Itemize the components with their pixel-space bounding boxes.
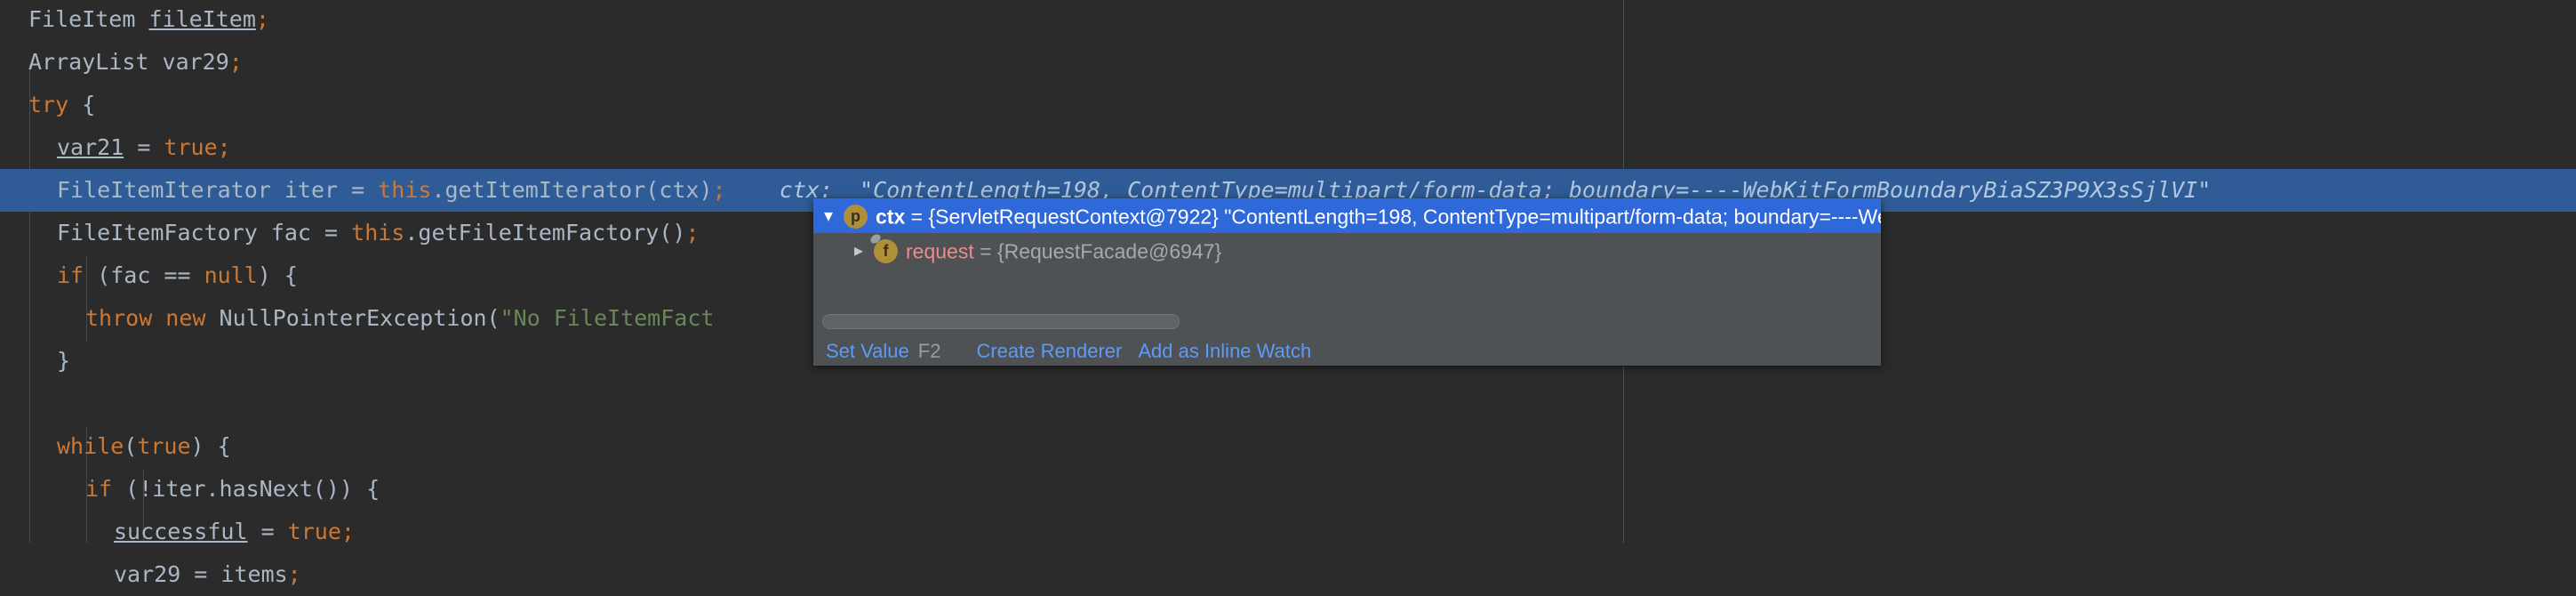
code-token: (fac == xyxy=(84,262,204,288)
code-token: fileItem xyxy=(148,6,256,32)
code-token: ) { xyxy=(190,433,231,459)
code-token: while xyxy=(57,433,124,459)
code-token: = xyxy=(124,134,164,160)
code-token: .getItemIterator(ctx) xyxy=(431,177,713,203)
code-token: if xyxy=(85,476,113,502)
variable-equals: = xyxy=(973,239,997,263)
code-line-text: FileItem fileItem; xyxy=(0,0,269,41)
code-line-text: } xyxy=(0,340,70,383)
code-token: null xyxy=(204,262,258,288)
code-token: ; xyxy=(255,6,269,32)
code-token: true xyxy=(137,433,191,459)
code-token: "No FileItemFact xyxy=(500,305,715,331)
code-token: FileItemFactory fac = xyxy=(57,220,352,246)
code-token: true xyxy=(287,519,341,544)
code-token: { xyxy=(68,92,96,117)
code-line[interactable]: FileItem fileItem; xyxy=(0,0,2576,41)
code-line[interactable]: if (!iter.hasNext()) { xyxy=(0,468,2576,511)
debugger-value-popup[interactable]: ▾ p ctx = {ServletRequestContext@7922} "Co… xyxy=(813,198,1881,366)
set-value-button[interactable]: Set Value xyxy=(826,340,909,362)
scrollbar-thumb[interactable] xyxy=(822,314,1180,329)
variable-equals: = xyxy=(905,205,929,229)
code-token: var29 = items xyxy=(114,561,288,587)
code-editor[interactable]: FileItem fileItem; ArrayList var29; try {v… xyxy=(0,0,2576,587)
code-line-text: ArrayList var29; xyxy=(0,41,243,84)
variable-value: {ServletRequestContext@7922} "ContentLen… xyxy=(928,205,1881,229)
code-token: ; xyxy=(712,177,726,203)
create-renderer-button[interactable]: Create Renderer xyxy=(976,340,1122,362)
code-line-text: try { xyxy=(0,84,95,126)
code-token: } xyxy=(57,348,71,374)
tree-node-request[interactable]: ▸ f request = {RequestFacade@6947} xyxy=(813,233,1881,268)
code-token: ( xyxy=(124,433,138,459)
debugger-variables-tree[interactable]: ▾ p ctx = {ServletRequestContext@7922} "Co… xyxy=(813,198,1881,306)
chevron-down-icon[interactable]: ▾ xyxy=(813,199,844,234)
tree-node-ctx[interactable]: ▾ p ctx = {ServletRequestContext@7922} "Co… xyxy=(813,198,1881,233)
code-token: (!iter.hasNext()) { xyxy=(112,476,380,502)
code-token: ) { xyxy=(257,262,298,288)
code-token: FileItemIterator iter = xyxy=(57,177,379,203)
field-icon: f xyxy=(874,239,898,264)
set-value-shortcut: F2 xyxy=(917,340,941,362)
code-token: try xyxy=(28,92,69,117)
code-line[interactable]: var29 = items; xyxy=(0,553,2576,596)
chevron-right-icon[interactable]: ▸ xyxy=(844,234,874,269)
code-token: .getFileItemFactory() xyxy=(404,220,686,246)
code-token: throw new xyxy=(85,305,206,331)
code-line-text: FileItemFactory fac = this.getFileItemFa… xyxy=(0,212,700,254)
popup-action-bar[interactable]: Set Value F2 Create Renderer Add as Inline … xyxy=(813,336,1881,366)
code-line-text: if (fac == null) { xyxy=(0,254,298,297)
code-line-text: FileItemIterator iter = this.getItemIter… xyxy=(0,169,726,212)
code-token: ; xyxy=(287,561,301,587)
code-token: successful xyxy=(114,519,248,544)
add-as-inline-watch-button[interactable]: Add as Inline Watch xyxy=(1138,340,1311,362)
horizontal-scrollbar[interactable] xyxy=(813,306,1881,336)
variable-value: {RequestFacade@6947} xyxy=(996,239,1222,263)
code-line[interactable]: while(true) { xyxy=(0,425,2576,468)
code-token: NullPointerException( xyxy=(205,305,500,331)
scrollbar-track[interactable] xyxy=(822,314,1872,329)
variable-name: ctx xyxy=(876,205,906,229)
code-token: ; xyxy=(340,519,355,544)
variable-name: request xyxy=(906,239,974,263)
code-token: this xyxy=(351,220,405,246)
code-line-text: successful = true; xyxy=(0,511,355,553)
code-line[interactable]: try { xyxy=(0,84,2576,126)
parameter-icon: p xyxy=(844,205,868,230)
code-line-text: throw new NullPointerException("No FileI… xyxy=(0,297,714,340)
code-token: = xyxy=(247,519,288,544)
code-token: ; xyxy=(685,220,700,246)
code-token: true xyxy=(164,134,218,160)
code-line-text: if (!iter.hasNext()) { xyxy=(0,468,380,511)
code-token: ArrayList var29 xyxy=(28,49,229,75)
code-token: var21 xyxy=(57,134,124,160)
code-line-text: while(true) { xyxy=(0,425,231,468)
code-line-text: var29 = items; xyxy=(0,553,301,596)
code-line-text: var21 = true; xyxy=(0,126,231,169)
code-token: ; xyxy=(217,134,231,160)
code-token: FileItem xyxy=(28,6,149,32)
code-line[interactable]: successful = true; xyxy=(0,511,2576,553)
code-token: this xyxy=(378,177,432,203)
code-line[interactable]: var21 = true; xyxy=(0,126,2576,169)
code-line[interactable]: ArrayList var29; xyxy=(0,41,2576,84)
code-line[interactable] xyxy=(0,383,2576,425)
code-token: if xyxy=(57,262,84,288)
code-token: ; xyxy=(228,49,243,75)
